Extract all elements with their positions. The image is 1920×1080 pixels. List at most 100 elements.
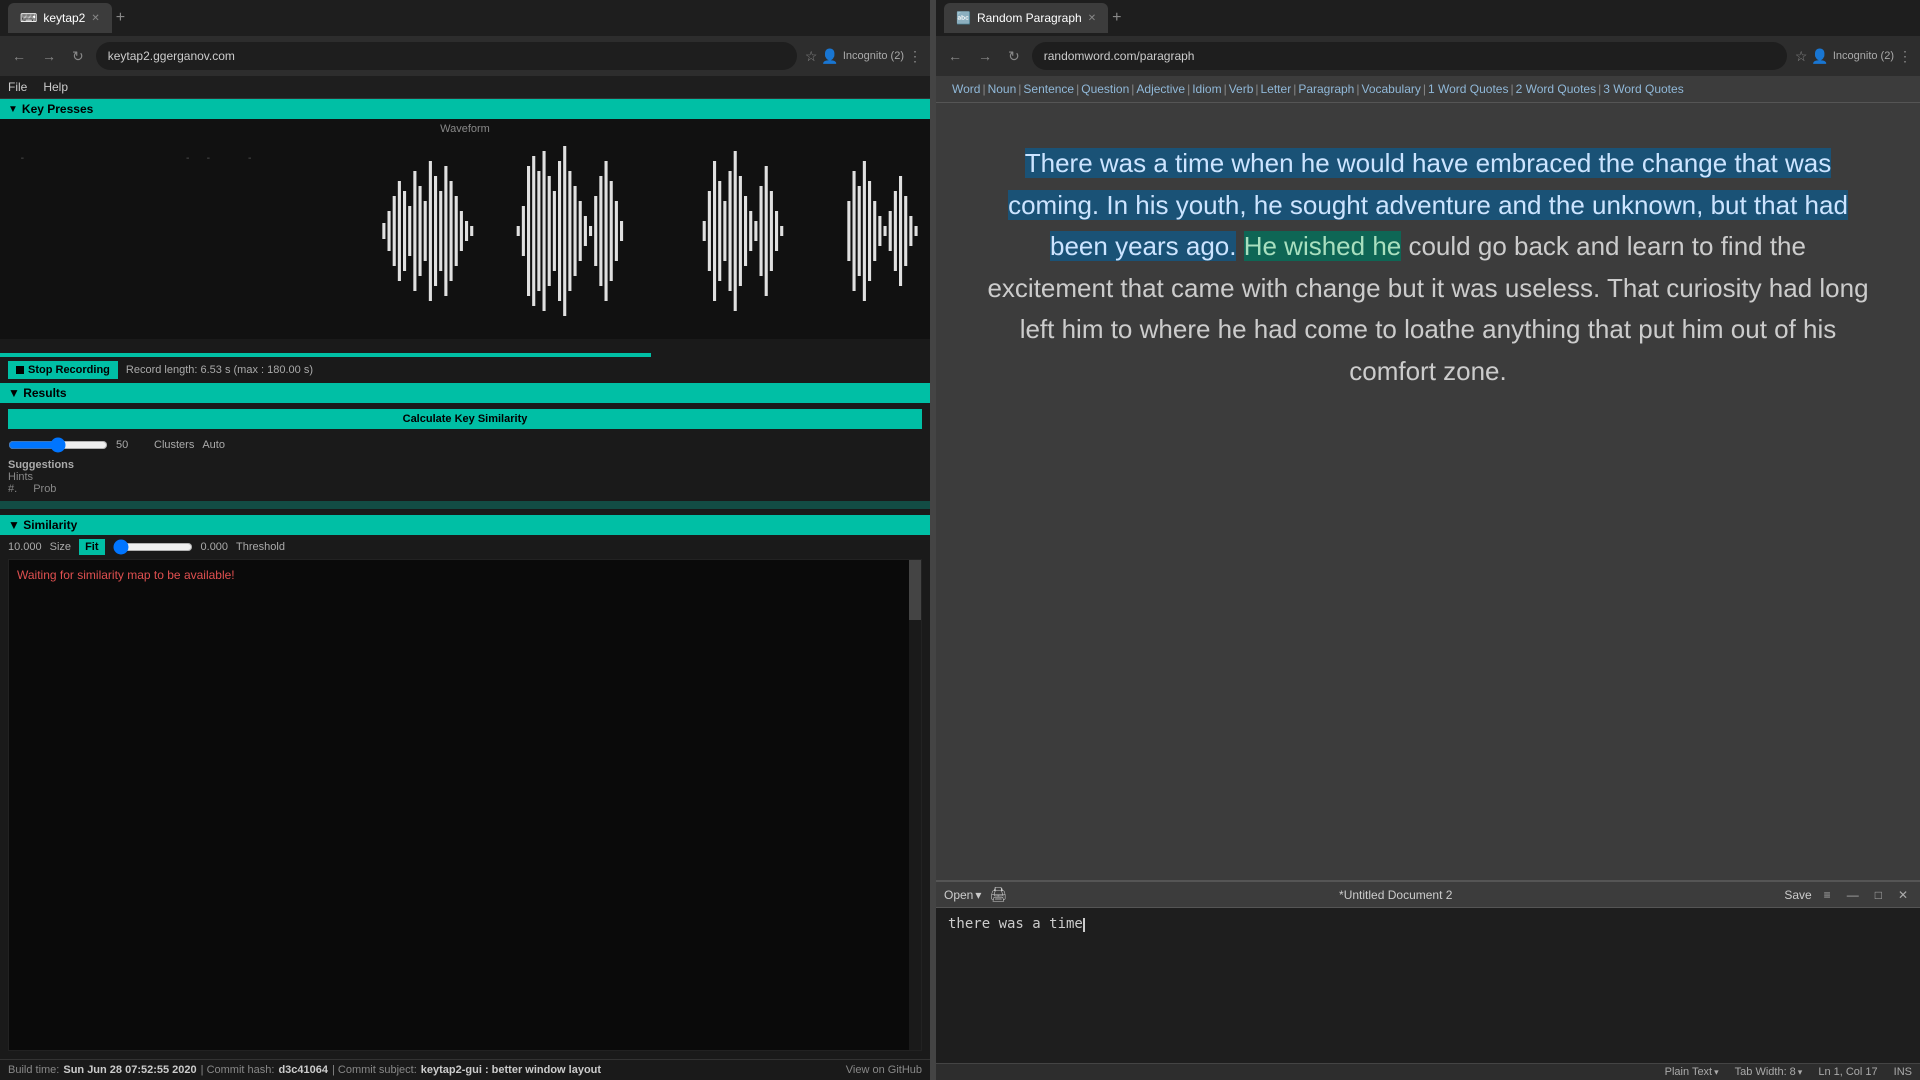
restore-button[interactable]: □ — [1871, 888, 1886, 902]
new-tab-button[interactable]: + — [116, 9, 125, 27]
waiting-message: Waiting for similarity map to be availab… — [9, 560, 921, 590]
suggestions-row: Hints — [8, 471, 922, 483]
menu-help[interactable]: Help — [43, 80, 68, 94]
hints-label: Hints — [8, 471, 33, 483]
close-button[interactable]: ✕ — [1894, 888, 1912, 902]
svg-text:-: - — [207, 153, 210, 164]
cluster-slider[interactable] — [8, 437, 108, 453]
waveform-container: Waveform - - - - — [0, 119, 930, 339]
svg-text:-: - — [21, 153, 24, 164]
paragraph-text: There was a time when he would have embr… — [986, 143, 1870, 393]
link-2word-quotes[interactable]: 2 Word Quotes — [1516, 82, 1596, 96]
rp-content-area: There was a time when he would have embr… — [936, 103, 1920, 880]
random-paragraph-tab[interactable]: 🔤 Random Paragraph ✕ — [944, 3, 1108, 33]
build-label: Build time: — [8, 1064, 59, 1076]
status-bar: Build time: Sun Jun 28 07:52:55 2020 | C… — [0, 1059, 930, 1080]
link-letter[interactable]: Letter — [1261, 82, 1292, 96]
rp-incognito-label: Incognito (2) — [1833, 50, 1894, 62]
link-1word-quotes[interactable]: 1 Word Quotes — [1428, 82, 1508, 96]
playback-bar[interactable] — [0, 339, 930, 357]
text-editor-area: Open ▾ 🖨 *Untitled Document 2 Save ≡ — □… — [936, 880, 1920, 1080]
svg-text:-: - — [248, 153, 251, 164]
hamburger-button[interactable]: ≡ — [1820, 888, 1835, 902]
suggestions-area: Suggestions Hints #. Prob — [0, 455, 930, 499]
prob-label: Prob — [33, 483, 56, 495]
left-nav-bar: ← → ↻ ☆ 👤 Incognito (2) ⋮ — [0, 36, 930, 76]
playback-progress — [0, 353, 651, 357]
results-triangle-icon: ▼ — [8, 386, 23, 400]
threshold-label: Threshold — [236, 541, 285, 553]
ins-indicator: INS — [1894, 1066, 1912, 1078]
similarity-controls: 10.000 Size Fit 0.000 Threshold — [0, 535, 930, 559]
menu-file[interactable]: File — [8, 80, 27, 94]
svg-text:-: - — [186, 153, 189, 164]
rp-refresh-button[interactable]: ↻ — [1004, 44, 1024, 69]
rp-bookmark-icon[interactable]: ☆ — [1795, 48, 1808, 65]
save-button[interactable]: Save — [1784, 888, 1811, 902]
threshold-slider[interactable] — [113, 539, 193, 555]
refresh-button[interactable]: ↻ — [68, 44, 88, 69]
link-question[interactable]: Question — [1081, 82, 1129, 96]
rp-url-bar[interactable] — [1032, 42, 1787, 70]
clusters-label: Clusters — [154, 439, 194, 451]
commit-label: | Commit hash: — [201, 1064, 275, 1076]
position-label: Ln 1, Col 17 — [1818, 1066, 1877, 1078]
link-noun[interactable]: Noun — [988, 82, 1017, 96]
bookmark-icon[interactable]: ☆ — [805, 48, 818, 65]
rp-menu-icon[interactable]: ⋮ — [1898, 48, 1912, 65]
link-idiom[interactable]: Idiom — [1192, 82, 1221, 96]
tab-close-icon[interactable]: ✕ — [91, 13, 99, 24]
github-link[interactable]: View on GitHub — [846, 1064, 922, 1076]
stop-recording-button[interactable]: Stop Recording — [8, 361, 118, 379]
rp-nav-links: Word | Noun | Sentence | Question | Adje… — [936, 76, 1920, 103]
link-word[interactable]: Word — [952, 82, 980, 96]
link-verb[interactable]: Verb — [1229, 82, 1254, 96]
right-nav-bar: ← → ↻ ☆ 👤 Incognito (2) ⋮ — [936, 36, 1920, 76]
link-vocabulary[interactable]: Vocabulary — [1361, 82, 1420, 96]
rp-forward-button[interactable]: → — [974, 44, 996, 68]
editor-body[interactable]: there was a time — [936, 908, 1920, 1063]
tab-width-selector[interactable]: Tab Width: 8 ▾ — [1735, 1066, 1803, 1078]
right-tab-bar: 🔤 Random Paragraph ✕ + — [936, 0, 1920, 36]
similarity-map: Waiting for similarity map to be availab… — [8, 559, 922, 1051]
editor-toolbar: Open ▾ 🖨 *Untitled Document 2 Save ≡ — □… — [936, 882, 1920, 908]
slider-row: 50 Clusters Auto — [0, 435, 930, 455]
similarity-triangle-icon: ▼ — [8, 518, 23, 532]
menu-icon[interactable]: ⋮ — [908, 48, 922, 65]
text-cursor — [1083, 918, 1085, 932]
forward-button[interactable]: → — [38, 44, 60, 68]
record-info: Record length: 6.53 s (max : 180.00 s) — [126, 364, 313, 376]
link-paragraph[interactable]: Paragraph — [1298, 82, 1354, 96]
open-button[interactable]: Open ▾ — [944, 888, 981, 902]
keypresses-header[interactable]: ▼ Key Presses — [0, 99, 930, 119]
link-sentence[interactable]: Sentence — [1023, 82, 1074, 96]
cursor-position: Ln 1, Col 17 — [1818, 1066, 1877, 1078]
minimize-button[interactable]: — — [1843, 888, 1863, 902]
open-dropdown-icon: ▾ — [975, 888, 981, 902]
rp-new-tab-button[interactable]: + — [1112, 9, 1121, 27]
keypresses-label: Key Presses — [22, 102, 93, 116]
back-button[interactable]: ← — [8, 44, 30, 68]
tab-title: keytap2 — [43, 11, 85, 25]
link-3word-quotes[interactable]: 3 Word Quotes — [1603, 82, 1683, 96]
tab-width-label: Tab Width: 8 — [1735, 1066, 1796, 1078]
results-header[interactable]: ▼ Results — [0, 383, 930, 403]
incognito-label: Incognito (2) — [843, 50, 904, 62]
build-info: Build time: Sun Jun 28 07:52:55 2020 | C… — [8, 1064, 601, 1076]
keytap2-tab[interactable]: ⌨ keytap2 ✕ — [8, 3, 112, 33]
calculate-key-similarity-button[interactable]: Calculate Key Similarity — [8, 409, 922, 429]
auto-label: Auto — [202, 439, 225, 451]
fit-button[interactable]: Fit — [79, 539, 104, 555]
plain-text-selector[interactable]: Plain Text ▾ — [1665, 1066, 1719, 1078]
left-tab-bar: ⌨ keytap2 ✕ + — [0, 0, 930, 36]
similarity-header[interactable]: ▼ Similarity — [0, 515, 930, 535]
editor-print-icon[interactable]: 🖨 — [989, 886, 1007, 903]
plain-text-dropdown-icon: ▾ — [1714, 1067, 1719, 1078]
tab-width-dropdown-icon: ▾ — [1798, 1067, 1803, 1078]
url-bar[interactable] — [96, 42, 797, 70]
sim-scrollbar[interactable] — [909, 560, 921, 1050]
rp-nav-icons: ☆ 👤 Incognito (2) ⋮ — [1795, 48, 1912, 65]
rp-back-button[interactable]: ← — [944, 44, 966, 68]
link-adjective[interactable]: Adjective — [1136, 82, 1185, 96]
rp-tab-close-icon[interactable]: ✕ — [1088, 13, 1096, 24]
